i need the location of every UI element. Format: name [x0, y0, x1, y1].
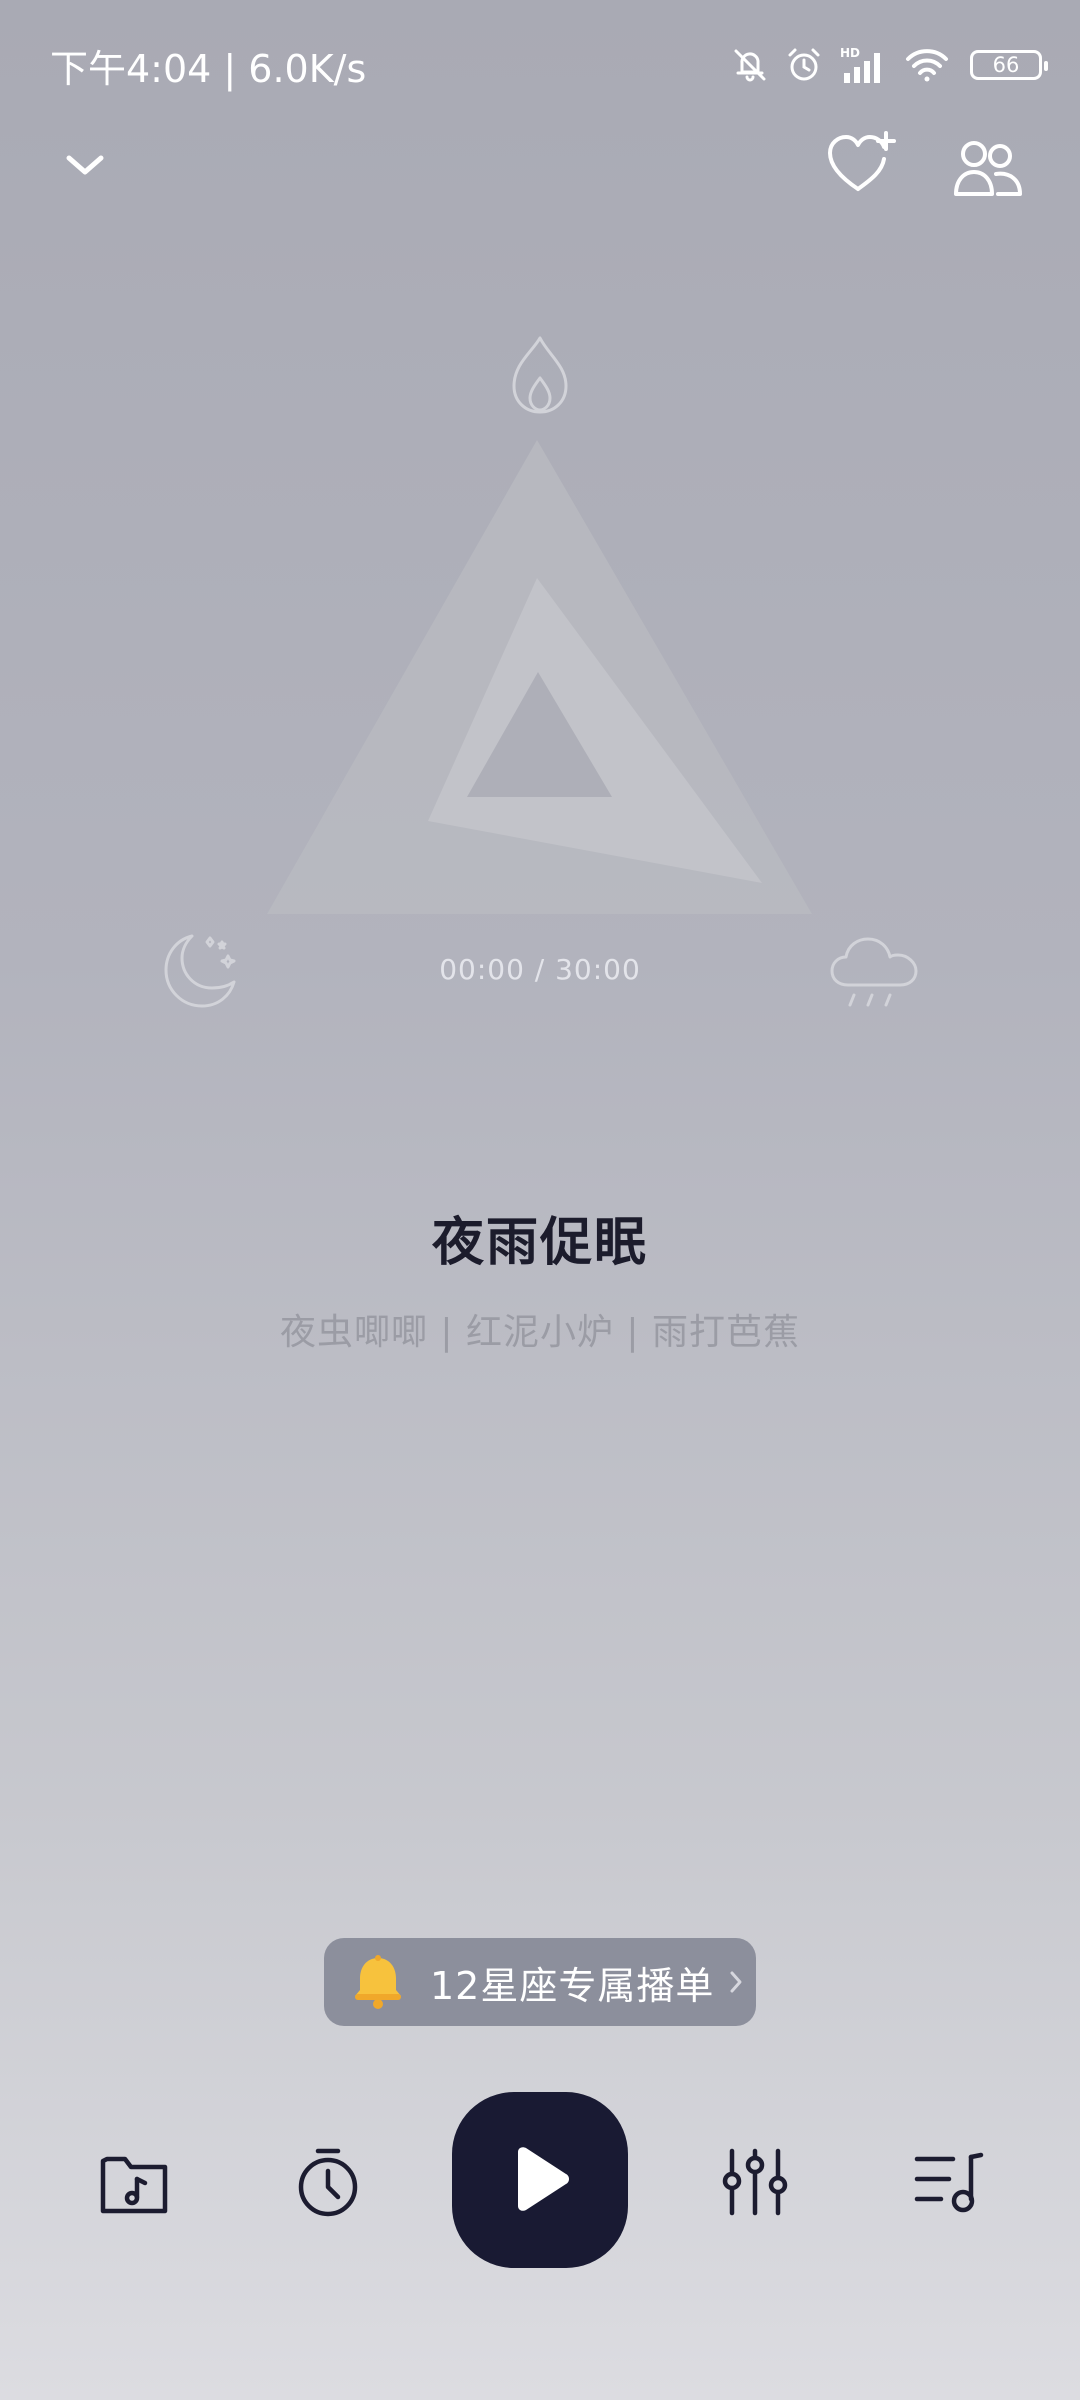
- sound-mixer-button[interactable]: [710, 2138, 800, 2226]
- network-label: HD: [840, 46, 860, 60]
- playlist-button[interactable]: [904, 2140, 994, 2224]
- local-music-button[interactable]: [92, 2140, 176, 2224]
- fire-sound-button[interactable]: [500, 330, 580, 420]
- promo-label: 12星座专属播单: [430, 1963, 715, 2008]
- users-icon: [954, 141, 1022, 196]
- track-title: 夜雨促眠: [431, 1213, 648, 1273]
- alarm-icon: [784, 45, 824, 85]
- heart-plus-icon: [828, 131, 896, 191]
- status-time: 下午4:04 | 6.0K/s: [50, 47, 367, 91]
- favorite-button[interactable]: [822, 124, 902, 204]
- music-folder-icon: [100, 2156, 168, 2214]
- flame-icon: [512, 336, 568, 414]
- status-bar: 下午4:04 | 6.0K/s HD 66: [0, 0, 1080, 130]
- playlist-icon: [914, 2152, 984, 2213]
- zodiac-playlist-button[interactable]: 12星座专属播单: [324, 1938, 756, 2026]
- track-subtitle: 夜虫唧唧 | 红泥小炉 | 雨打芭蕉: [279, 1312, 801, 1353]
- wifi-icon: [904, 45, 950, 85]
- status-icons: HD 66: [730, 40, 1048, 90]
- play-icon: [518, 2147, 569, 2211]
- equalizer-icon: [722, 2148, 788, 2216]
- bell-icon: [348, 1952, 408, 2012]
- signal-icon: HD: [838, 45, 890, 85]
- battery-icon: 66: [970, 50, 1048, 80]
- sleep-timer-button[interactable]: [286, 2138, 370, 2226]
- playback-time: 00:00 / 30:00: [439, 953, 641, 986]
- play-button[interactable]: [452, 2092, 628, 2268]
- timer-icon: [298, 2148, 358, 2217]
- chevron-down-icon: [66, 155, 104, 175]
- battery-level: 66: [992, 52, 1020, 77]
- share-listeners-button[interactable]: [948, 128, 1028, 208]
- collapse-button[interactable]: [50, 130, 120, 200]
- chevron-right-icon: [728, 1969, 744, 1995]
- bell-off-icon: [730, 45, 770, 85]
